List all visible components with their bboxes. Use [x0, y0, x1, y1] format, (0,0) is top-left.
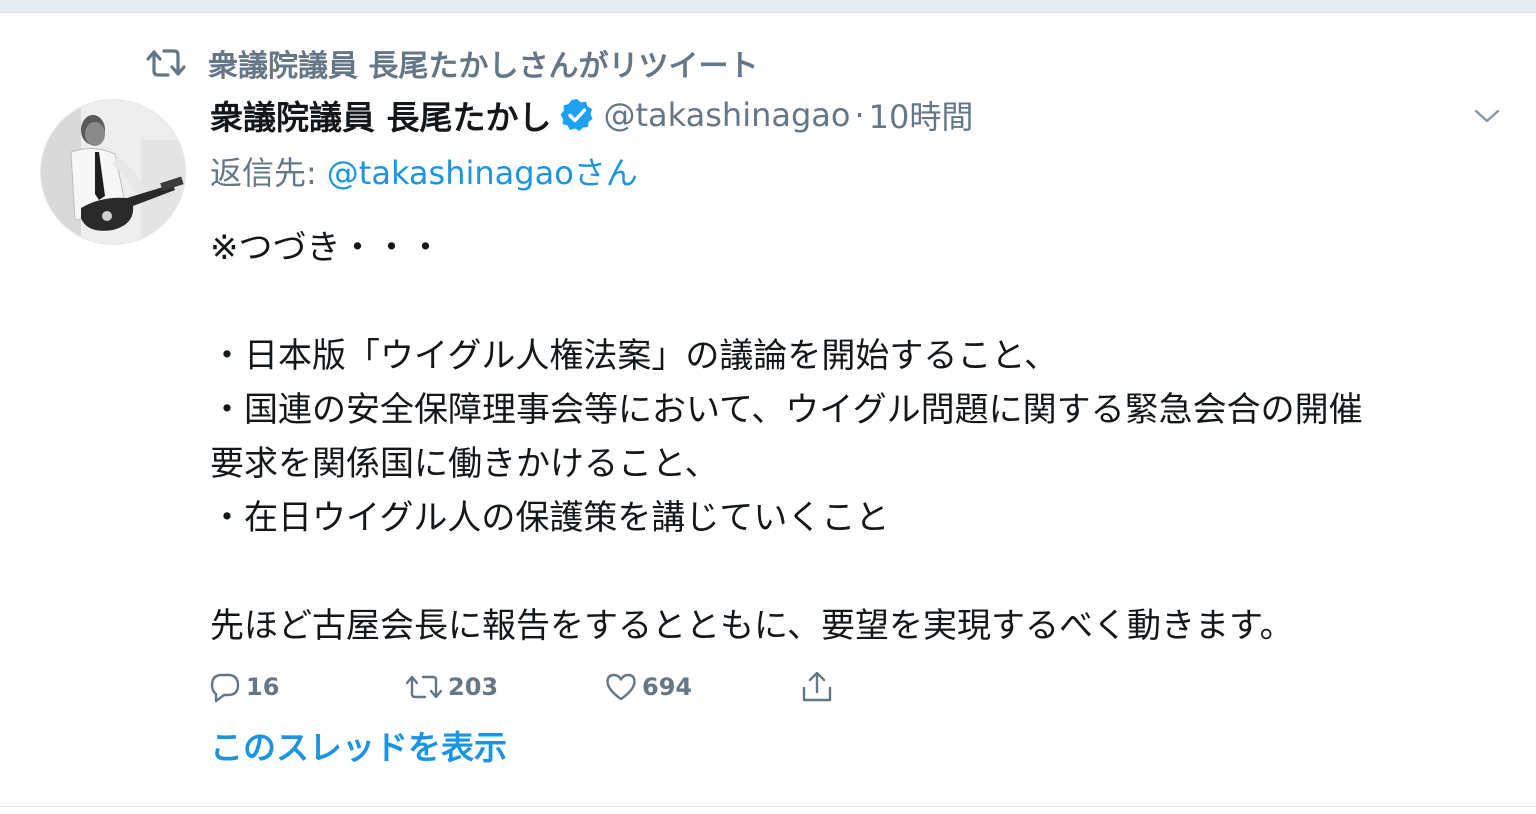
- tweet-body-line: ・日本版「ウイグル人権法案」の議論を開始すること、: [210, 336, 1058, 376]
- tweet-body-line: 先ほど古屋会長に報告をするとともに、要望を実現するべく動きます。: [210, 606, 1294, 646]
- author-name[interactable]: 衆議院議員 長尾たかし: [210, 91, 552, 139]
- reply-to-label: 返信先:: [210, 154, 317, 192]
- top-divider: [0, 0, 1536, 13]
- heart-icon: [606, 673, 636, 701]
- reply-count: 16: [246, 673, 280, 701]
- like-count: 694: [642, 673, 693, 701]
- share-button[interactable]: [800, 665, 838, 709]
- retweet-count: 203: [448, 673, 499, 701]
- reply-button[interactable]: 16: [208, 665, 279, 709]
- avatar[interactable]: [40, 99, 186, 245]
- tweet-header: 衆議院議員 長尾たかし @takashinagao · 10時間: [210, 93, 973, 137]
- retweet-button[interactable]: 203: [404, 665, 498, 709]
- tweet-timestamp[interactable]: 10時間: [869, 92, 974, 138]
- tweet-body-line: 要求を関係国に働きかけること、: [210, 444, 719, 484]
- show-thread-link[interactable]: このスレッドを表示: [210, 725, 507, 771]
- bottom-divider: [0, 806, 1536, 807]
- retweet-icon: [405, 675, 443, 699]
- author-handle[interactable]: @takashinagao: [604, 96, 851, 134]
- separator-dot: ·: [854, 96, 865, 134]
- reply-to-handle-link[interactable]: @takashinagaoさん: [327, 148, 638, 194]
- tweet-body-line: ・在日ウイグル人の保護策を講じていくこと: [210, 498, 890, 538]
- share-icon: [802, 671, 832, 702]
- tweet-body-blank-line: [210, 275, 1510, 329]
- tweet-body: ※つづき・・・ ・日本版「ウイグル人権法案」の議論を開始すること、 ・国連の安全…: [210, 221, 1510, 653]
- tweet-body-blank-line: [210, 545, 1510, 599]
- retweet-icon: [146, 49, 186, 77]
- verified-badge-icon: [560, 99, 592, 131]
- like-button[interactable]: 694: [604, 665, 692, 709]
- reply-icon: [210, 673, 240, 703]
- avatar-photo: [41, 100, 185, 244]
- tweet-card[interactable]: 衆議院議員 長尾たかしさんがリツイート 衆議院議員 長尾たかし @takashi…: [0, 13, 1536, 806]
- tweet-body-line: ※つづき・・・: [210, 228, 443, 268]
- reply-to-line: 返信先: @takashinagaoさん: [210, 149, 638, 193]
- tweet-body-line: ・国連の安全保障理事会等において、ウイグル問題に関する緊急会合の開催: [210, 390, 1363, 430]
- retweet-context: 衆議院議員 長尾たかしさんがリツイート: [146, 43, 759, 84]
- tweet-actions: 16 203 694: [208, 665, 908, 709]
- chevron-down-icon[interactable]: [1472, 105, 1502, 127]
- retweet-context-text: 衆議院議員 長尾たかしさんがリツイート: [208, 49, 759, 84]
